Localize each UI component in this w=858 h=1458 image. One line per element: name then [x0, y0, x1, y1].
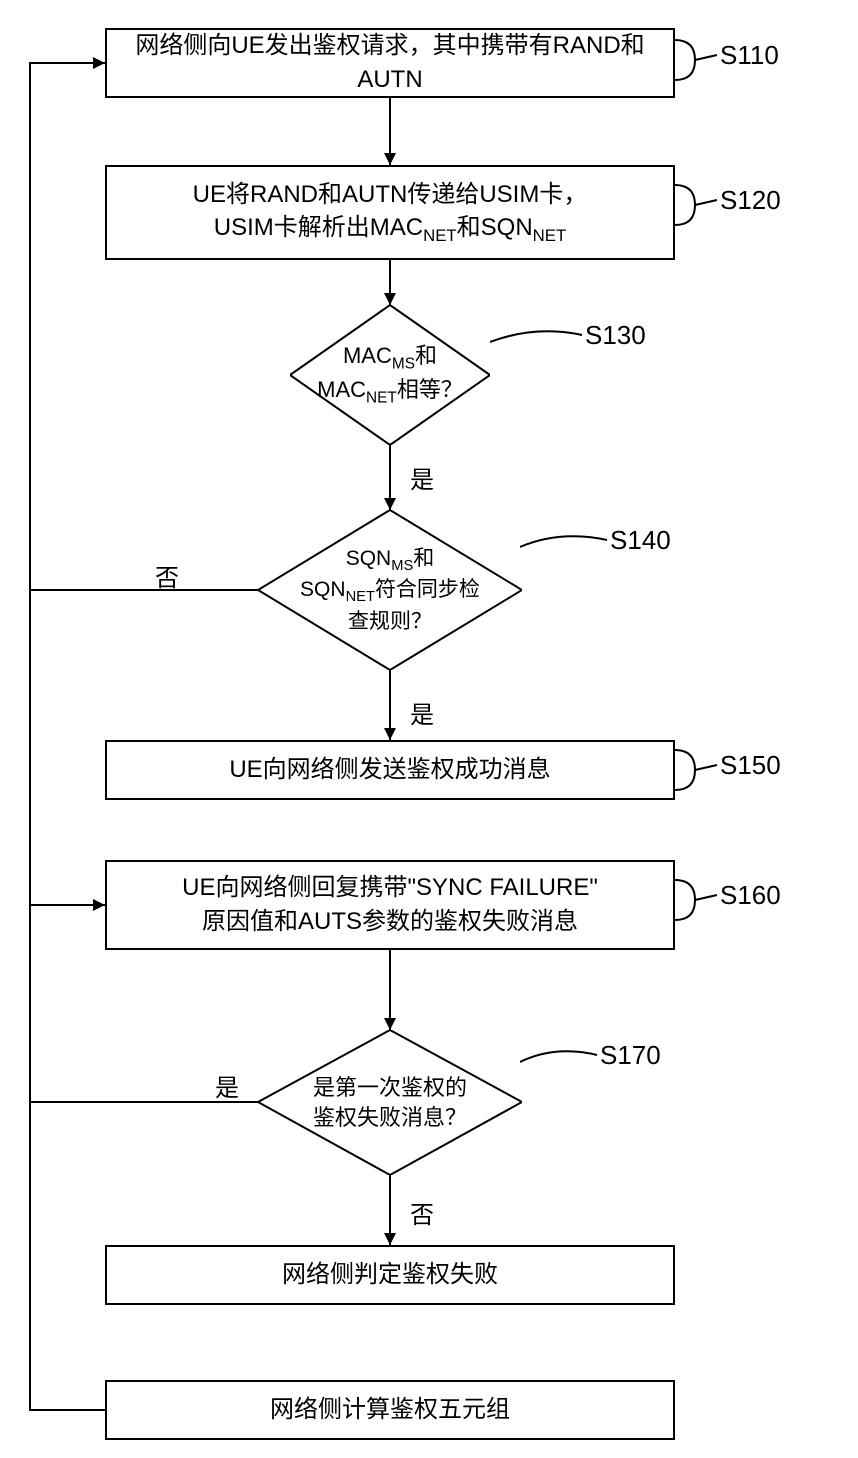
bracket-icon	[675, 180, 720, 230]
no-label: 否	[155, 558, 179, 593]
step-s160-label: S160	[720, 880, 781, 911]
step-box9: 网络侧计算鉴权五元组	[105, 1380, 675, 1440]
step-s130-text: MACMS和 MACNET相等？	[317, 341, 463, 409]
step-s140-label: S140	[610, 525, 671, 556]
bracket-icon	[675, 35, 720, 85]
step-s160-text: UE向网络侧回复携带"SYNC FAILURE" 原因值和AUTS参数的鉴权失败…	[182, 871, 598, 938]
yes-label: 是	[215, 1068, 239, 1103]
step-s150-label: S150	[720, 750, 781, 781]
step-s120-text: UE将RAND和AUTN传递给USIM卡， USIM卡解析出MACNET和SQN…	[193, 178, 588, 248]
connector-line-icon	[520, 535, 610, 565]
step-s160-box: UE向网络侧回复携带"SYNC FAILURE" 原因值和AUTS参数的鉴权失败…	[105, 860, 675, 950]
step-s130-diamond: MACMS和 MACNET相等？	[290, 305, 490, 445]
yes-label: 是	[410, 460, 434, 495]
step-s170-text: 是第一次鉴权的 鉴权失败消息？	[313, 1073, 467, 1132]
step-s140-text: SQNMS和 SQNNET符合同步检 查规则？	[300, 545, 480, 635]
step-s140-diamond: SQNMS和 SQNNET符合同步检 查规则？	[258, 510, 522, 670]
step-s130-label: S130	[585, 320, 646, 351]
step-s110-label: S110	[720, 40, 779, 71]
no-label: 否	[410, 1195, 434, 1230]
bracket-icon	[675, 745, 720, 795]
step-s150-box: UE向网络侧发送鉴权成功消息	[105, 740, 675, 800]
step-s150-text: UE向网络侧发送鉴权成功消息	[229, 753, 550, 787]
step-s120-label: S120	[720, 185, 781, 216]
step-box8: 网络侧判定鉴权失败	[105, 1245, 675, 1305]
yes-label: 是	[410, 695, 434, 730]
step-box9-text: 网络侧计算鉴权五元组	[270, 1393, 510, 1427]
step-s110-box: 网络侧向UE发出鉴权请求，其中携带有RAND和AUTN	[105, 28, 675, 98]
step-s120-box: UE将RAND和AUTN传递给USIM卡， USIM卡解析出MACNET和SQN…	[105, 165, 675, 260]
connector-line-icon	[490, 330, 585, 360]
step-s170-diamond: 是第一次鉴权的 鉴权失败消息？	[258, 1030, 522, 1175]
connector-line-icon	[520, 1050, 600, 1080]
step-s170-label: S170	[600, 1040, 661, 1071]
bracket-icon	[675, 875, 720, 925]
step-s110-text: 网络侧向UE发出鉴权请求，其中携带有RAND和AUTN	[119, 29, 661, 96]
step-box8-text: 网络侧判定鉴权失败	[282, 1258, 498, 1292]
